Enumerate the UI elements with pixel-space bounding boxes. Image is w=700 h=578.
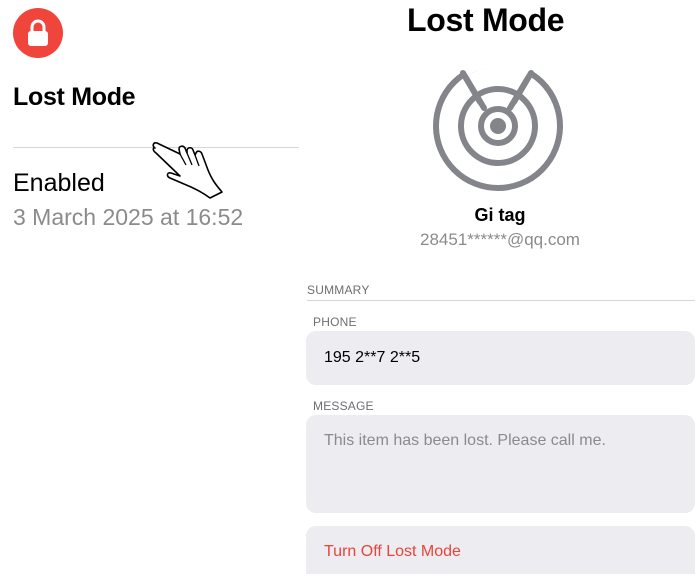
lost-mode-lock-icon [13,8,63,58]
phone-field[interactable]: 195 2**7 2**5 [306,331,695,385]
radar-icon [433,58,563,191]
section-divider [307,300,695,301]
device-account: 28451******@qq.com [420,230,580,249]
message-field[interactable]: This item has been lost. Please call me. [306,415,695,513]
page-title: Lost Mode [407,2,565,38]
lost-mode-heading: Lost Mode [13,83,136,111]
message-label: MESSAGE [313,399,374,413]
summary-section-header: SUMMARY [307,283,370,297]
lost-mode-date: 3 March 2025 at 16:52 [13,204,244,230]
device-name: Gi tag [474,205,526,225]
lock-icon [28,19,48,46]
lost-mode-status[interactable]: Enabled [13,169,105,198]
phone-label: PHONE [313,315,357,329]
pointing-hand-icon [152,142,223,199]
turn-off-lost-mode-button[interactable]: Turn Off Lost Mode [306,526,695,574]
